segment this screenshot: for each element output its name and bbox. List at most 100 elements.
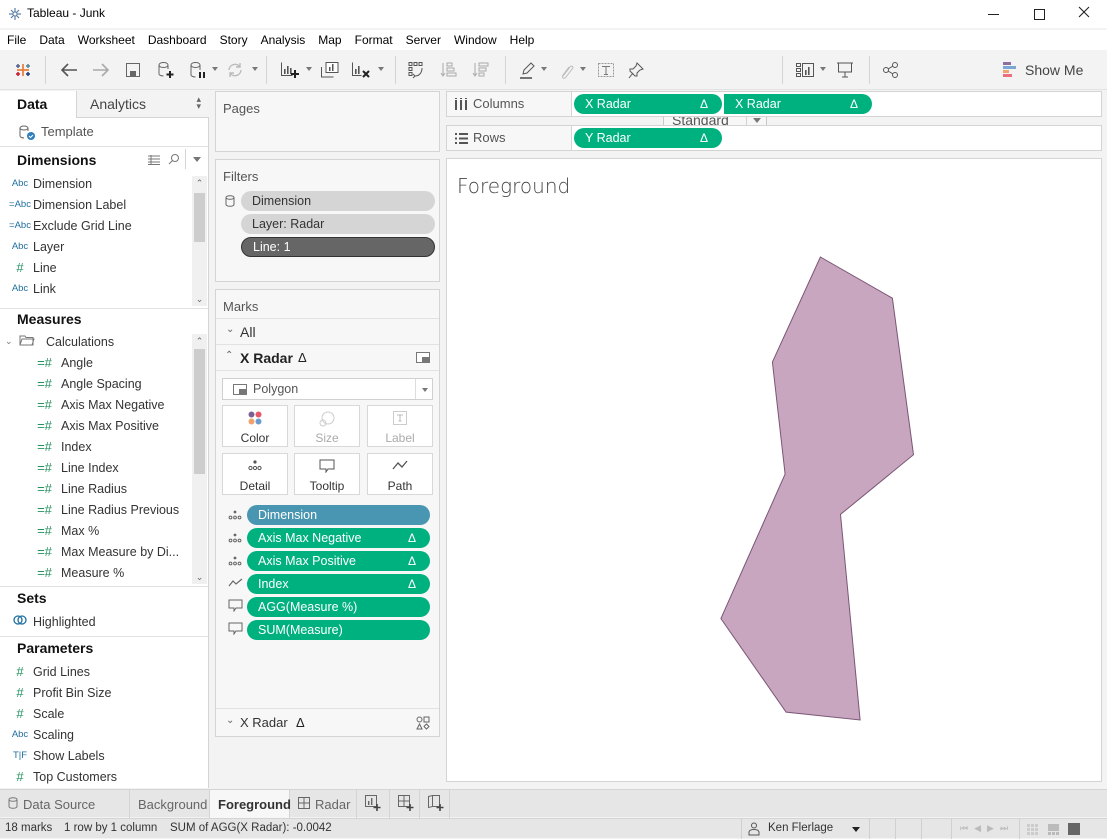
data-source-tab[interactable]: Data Source: [0, 790, 130, 818]
field-item[interactable]: =# Index: [28, 436, 92, 457]
marks-x-radar-row-collapsed[interactable]: ⌄ X Radar Δ: [216, 708, 439, 737]
field-item[interactable]: =# Line Index: [28, 457, 119, 478]
marks-pill[interactable]: Index Δ: [247, 574, 430, 594]
parameter-item[interactable]: # Top Customers: [7, 766, 117, 787]
menu-file[interactable]: File: [0, 30, 32, 50]
undo-button[interactable]: [58, 60, 80, 80]
menu-server[interactable]: Server: [400, 30, 447, 50]
scroll-up-icon[interactable]: ⌃: [192, 334, 207, 348]
viz-canvas[interactable]: Foreground: [446, 158, 1102, 782]
parameter-item[interactable]: Abc Scaling: [7, 724, 74, 745]
presentation-mode-button[interactable]: [834, 60, 856, 80]
rows-pill[interactable]: Y Radar Δ: [574, 128, 722, 148]
redo-button[interactable]: [90, 60, 112, 80]
fix-axes-button[interactable]: [625, 60, 647, 80]
size-button[interactable]: Size: [294, 405, 360, 447]
new-worksheet-button[interactable]: [278, 60, 302, 80]
refresh-button[interactable]: [224, 60, 246, 80]
menu-map[interactable]: Map: [312, 30, 347, 50]
scrollbar-thumb[interactable]: [194, 193, 205, 242]
user-menu[interactable]: Ken Flerlage: [742, 819, 869, 839]
field-item[interactable]: =# Line Radius Previous: [28, 499, 179, 520]
marks-all-row[interactable]: ⌄ All: [216, 318, 439, 345]
parameter-item[interactable]: # Scale: [7, 703, 64, 724]
field-item[interactable]: =# Axis Max Negative: [28, 394, 164, 415]
field-item[interactable]: =# Angle Spacing: [28, 373, 142, 394]
field-item[interactable]: Abc Dimension: [7, 173, 92, 194]
sheet-tab-background[interactable]: Background: [130, 790, 210, 818]
menu-worksheet[interactable]: Worksheet: [72, 30, 141, 50]
columns-pill[interactable]: X Radar Δ: [574, 94, 722, 114]
field-item[interactable]: =# Max %: [28, 520, 99, 541]
scrollbar-thumb[interactable]: [194, 349, 205, 474]
save-button[interactable]: [122, 60, 144, 80]
field-item[interactable]: Abc Layer: [7, 236, 64, 257]
parameter-item[interactable]: T|F Show Labels: [7, 745, 105, 766]
rows-shelf[interactable]: Rows Y Radar Δ: [446, 125, 1102, 151]
highlight-button[interactable]: [516, 60, 538, 80]
measures-scrollbar[interactable]: ⌃ ⌄: [192, 334, 207, 584]
tab-data[interactable]: Data: [0, 91, 76, 118]
tableau-logo-button[interactable]: [12, 60, 34, 80]
field-item[interactable]: =Abc Exclude Grid Line: [7, 215, 132, 236]
radar-polygon-mark[interactable]: [720, 256, 915, 721]
menu-help[interactable]: Help: [504, 30, 541, 50]
field-item[interactable]: =# Max Measure by Di...: [28, 541, 179, 562]
columns-shelf[interactable]: Columns X Radar Δ X Radar Δ: [446, 91, 1102, 117]
menu-format[interactable]: Format: [349, 30, 399, 50]
menu-dashboard[interactable]: Dashboard: [142, 30, 213, 50]
filters-shelf[interactable]: Filters Dimension Layer: Radar Line: 1: [215, 159, 440, 282]
show-cards-button[interactable]: [793, 60, 817, 80]
group-button[interactable]: [555, 60, 577, 80]
scroll-down-icon[interactable]: ⌄: [192, 570, 207, 584]
mark-type-select[interactable]: Polygon: [222, 378, 433, 400]
marks-pill[interactable]: SUM(Measure): [247, 620, 430, 640]
set-item[interactable]: Highlighted: [7, 611, 96, 632]
sheet-tab-foreground[interactable]: Foreground: [210, 790, 291, 818]
field-item[interactable]: =# Measure %: [28, 562, 124, 583]
filter-pill[interactable]: Layer: Radar: [241, 214, 435, 234]
data-source-item[interactable]: Template: [0, 119, 208, 147]
filmstrip-icon[interactable]: [1048, 824, 1059, 838]
marks-pill[interactable]: Axis Max Positive Δ: [247, 551, 430, 571]
maximize-button[interactable]: [1016, 0, 1062, 28]
pages-shelf[interactable]: Pages: [215, 91, 440, 152]
tab-analytics[interactable]: Analytics ▴ ▾: [76, 91, 209, 118]
field-item[interactable]: =# Axis Max Positive: [28, 415, 159, 436]
marks-pill[interactable]: Axis Max Negative Δ: [247, 528, 430, 548]
columns-pill[interactable]: X Radar Δ: [724, 94, 872, 114]
parameter-item[interactable]: # Grid Lines: [7, 661, 90, 682]
list-view-icon[interactable]: [148, 154, 160, 168]
new-worksheet-tab[interactable]: [357, 790, 390, 818]
menu-window[interactable]: Window: [448, 30, 503, 50]
marks-x-radar-row[interactable]: ⌃ X Radar Δ: [216, 345, 439, 371]
menu-data[interactable]: Data: [33, 30, 70, 50]
duplicate-sheet-button[interactable]: [318, 60, 342, 80]
path-button[interactable]: Path: [367, 453, 433, 495]
dimensions-scrollbar[interactable]: ⌃ ⌄: [192, 176, 207, 306]
close-button[interactable]: [1061, 0, 1107, 28]
share-button[interactable]: [880, 60, 902, 80]
label-button[interactable]: Label: [367, 405, 433, 447]
field-item[interactable]: =Abc Dimension Label: [7, 194, 126, 215]
new-dashboard-tab[interactable]: [390, 790, 420, 818]
field-item[interactable]: # Line: [7, 257, 56, 278]
dimensions-menu-icon[interactable]: [193, 157, 201, 162]
clear-sheet-button[interactable]: [349, 60, 373, 80]
sort-descending-button[interactable]: [470, 60, 492, 80]
swap-rows-columns-button[interactable]: [405, 60, 427, 80]
filter-pill-selected[interactable]: Line: 1: [241, 237, 435, 257]
filter-pill[interactable]: Dimension: [241, 191, 435, 211]
field-item[interactable]: =# Angle: [28, 352, 93, 373]
menu-story[interactable]: Story: [214, 30, 254, 50]
field-item[interactable]: Abc Link: [7, 278, 56, 299]
pause-updates-button[interactable]: [187, 60, 209, 80]
scroll-up-icon[interactable]: ⌃: [192, 176, 207, 190]
sort-ascending-button[interactable]: [438, 60, 460, 80]
show-mark-labels-button[interactable]: [595, 60, 617, 80]
parameter-item[interactable]: # Profit Bin Size: [7, 682, 111, 703]
menu-analysis[interactable]: Analysis: [255, 30, 312, 50]
detail-button[interactable]: Detail: [222, 453, 288, 495]
new-data-source-button[interactable]: [155, 60, 177, 80]
folder-calculations[interactable]: ⌄ Calculations: [5, 331, 114, 352]
